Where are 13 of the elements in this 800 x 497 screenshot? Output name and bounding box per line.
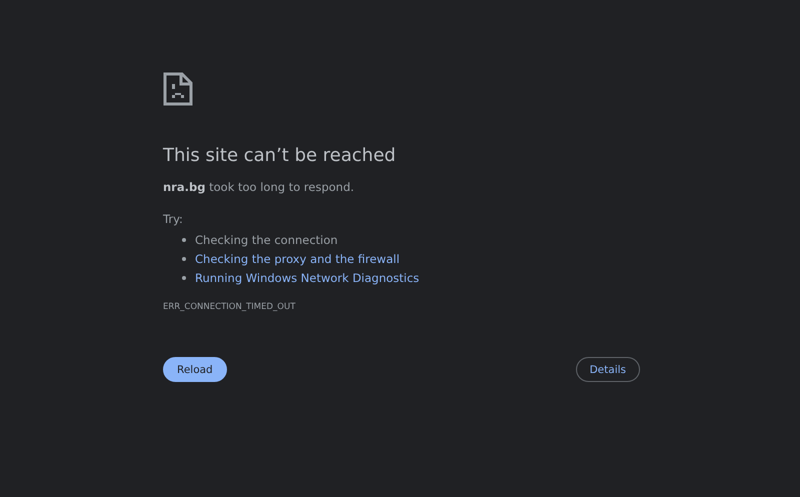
suggestion-link[interactable]: Checking the proxy and the firewall — [195, 252, 400, 266]
reload-button[interactable]: Reload — [163, 357, 227, 382]
sad-page-icon — [163, 72, 193, 106]
error-message: nra.bg took too long to respond. — [163, 179, 356, 195]
details-button[interactable]: Details — [576, 357, 640, 382]
try-label: Try: — [163, 211, 184, 227]
error-title: This site can’t be reached — [163, 144, 397, 168]
bullet-icon — [182, 256, 186, 260]
suggestion-text: Checking the connection — [195, 232, 338, 246]
bullet-icon — [182, 238, 186, 242]
error-code: ERR_CONNECTION_TIMED_OUT — [163, 301, 296, 313]
bullet-icon — [182, 276, 186, 280]
suggestion-link[interactable]: Running Windows Network Diagnostics — [195, 270, 420, 284]
